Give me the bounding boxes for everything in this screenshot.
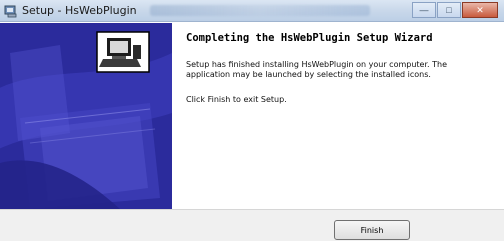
minimize-button[interactable]: — xyxy=(412,2,436,18)
title-bar[interactable]: Setup - HsWebPlugin — □ ✕ xyxy=(0,0,504,22)
wizard-banner-image xyxy=(0,23,172,209)
wizard-content: Completing the HsWebPlugin Setup Wizard … xyxy=(172,23,504,209)
close-icon: ✕ xyxy=(476,4,484,15)
page-heading: Completing the HsWebPlugin Setup Wizard xyxy=(186,32,433,44)
finish-button[interactable]: Finish xyxy=(334,220,410,240)
maximize-button[interactable]: □ xyxy=(437,2,461,18)
exit-instruction-text: Click Finish to exit Setup. xyxy=(186,95,287,104)
banner-graphic xyxy=(0,23,172,209)
window-controls: — □ ✕ xyxy=(411,2,498,19)
button-bar: Finish xyxy=(0,209,504,241)
minimize-icon: — xyxy=(419,5,429,15)
maximize-icon: □ xyxy=(446,5,452,15)
setup-window: Setup - HsWebPlugin — □ ✕ Completing the… xyxy=(0,0,504,241)
blurred-title-area xyxy=(150,5,370,16)
install-complete-text: Setup has finished installing HsWebPlugi… xyxy=(186,60,447,79)
close-button[interactable]: ✕ xyxy=(462,2,498,18)
window-title: Setup - HsWebPlugin xyxy=(22,4,137,17)
setup-app-icon xyxy=(4,5,17,18)
